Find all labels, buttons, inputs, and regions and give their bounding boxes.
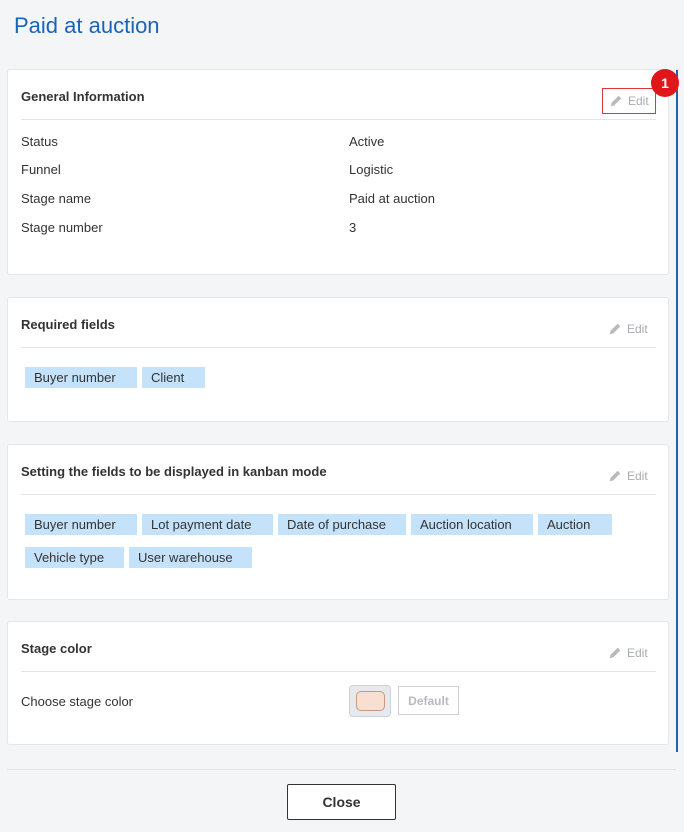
required-fields-card: Required fields Edit Buyer number Client xyxy=(7,297,669,422)
pencil-icon xyxy=(610,95,622,107)
card-header: Setting the fields to be displayed in ka… xyxy=(21,445,656,495)
edit-label: Edit xyxy=(627,322,648,336)
field-chip: Client xyxy=(142,367,205,388)
color-label: Choose stage color xyxy=(21,694,134,709)
color-row: Choose stage color xyxy=(21,694,656,714)
info-row-stage-name: Stage name Paid at auction xyxy=(21,191,656,211)
card-header: Stage color Edit xyxy=(21,622,656,672)
card-title: Stage color xyxy=(21,641,92,656)
field-chip: Buyer number xyxy=(25,514,137,535)
pencil-icon xyxy=(609,323,621,335)
default-color-button[interactable]: Default xyxy=(398,686,459,715)
card-title: General Information xyxy=(21,89,145,104)
info-label: Stage number xyxy=(21,220,103,235)
info-value: Paid at auction xyxy=(349,191,436,206)
field-chip: Vehicle type xyxy=(25,547,124,568)
info-value: Active xyxy=(349,134,385,149)
close-button[interactable]: Close xyxy=(287,784,396,820)
edit-label: Edit xyxy=(628,94,649,108)
general-information-card: General Information Edit Status Active F… xyxy=(7,69,669,275)
field-chip: Lot payment date xyxy=(142,514,273,535)
info-row-funnel: Funnel Logistic xyxy=(21,162,656,182)
field-chip: Auction location xyxy=(411,514,533,535)
card-header: Required fields Edit xyxy=(21,298,656,348)
edit-kanban-button[interactable]: Edit xyxy=(602,463,656,489)
info-value: Logistic xyxy=(349,162,394,177)
pencil-icon xyxy=(609,647,621,659)
card-header: General Information Edit xyxy=(21,70,656,120)
color-picker[interactable] xyxy=(349,685,391,717)
card-title: Required fields xyxy=(21,317,115,332)
pencil-icon xyxy=(609,470,621,482)
stage-details-panel: Paid at auction General Information Edit… xyxy=(0,0,684,832)
field-chip: Date of purchase xyxy=(278,514,406,535)
card-title: Setting the fields to be displayed in ka… xyxy=(21,464,327,479)
scrollbar[interactable] xyxy=(676,70,678,752)
color-swatch xyxy=(356,691,385,711)
field-chip: Buyer number xyxy=(25,367,137,388)
stage-color-card: Stage color Edit Choose stage color Defa… xyxy=(7,621,669,745)
info-row-stage-number: Stage number 3 xyxy=(21,220,656,240)
field-chip: Auction xyxy=(538,514,612,535)
edit-label: Edit xyxy=(627,646,648,660)
edit-general-button[interactable]: Edit xyxy=(602,88,656,114)
dialog-footer: Close xyxy=(7,769,676,832)
info-label: Status xyxy=(21,134,58,149)
page-title: Paid at auction xyxy=(14,13,160,38)
edit-label: Edit xyxy=(627,469,648,483)
info-value: 3 xyxy=(349,220,357,235)
edit-required-button[interactable]: Edit xyxy=(602,316,656,342)
field-chip: User warehouse xyxy=(129,547,252,568)
edit-color-button[interactable]: Edit xyxy=(602,640,656,666)
kanban-fields-card: Setting the fields to be displayed in ka… xyxy=(7,444,669,600)
step-badge: 1 xyxy=(651,69,679,97)
info-row-status: Status Active xyxy=(21,134,656,154)
info-label: Funnel xyxy=(21,162,61,177)
info-label: Stage name xyxy=(21,191,92,206)
